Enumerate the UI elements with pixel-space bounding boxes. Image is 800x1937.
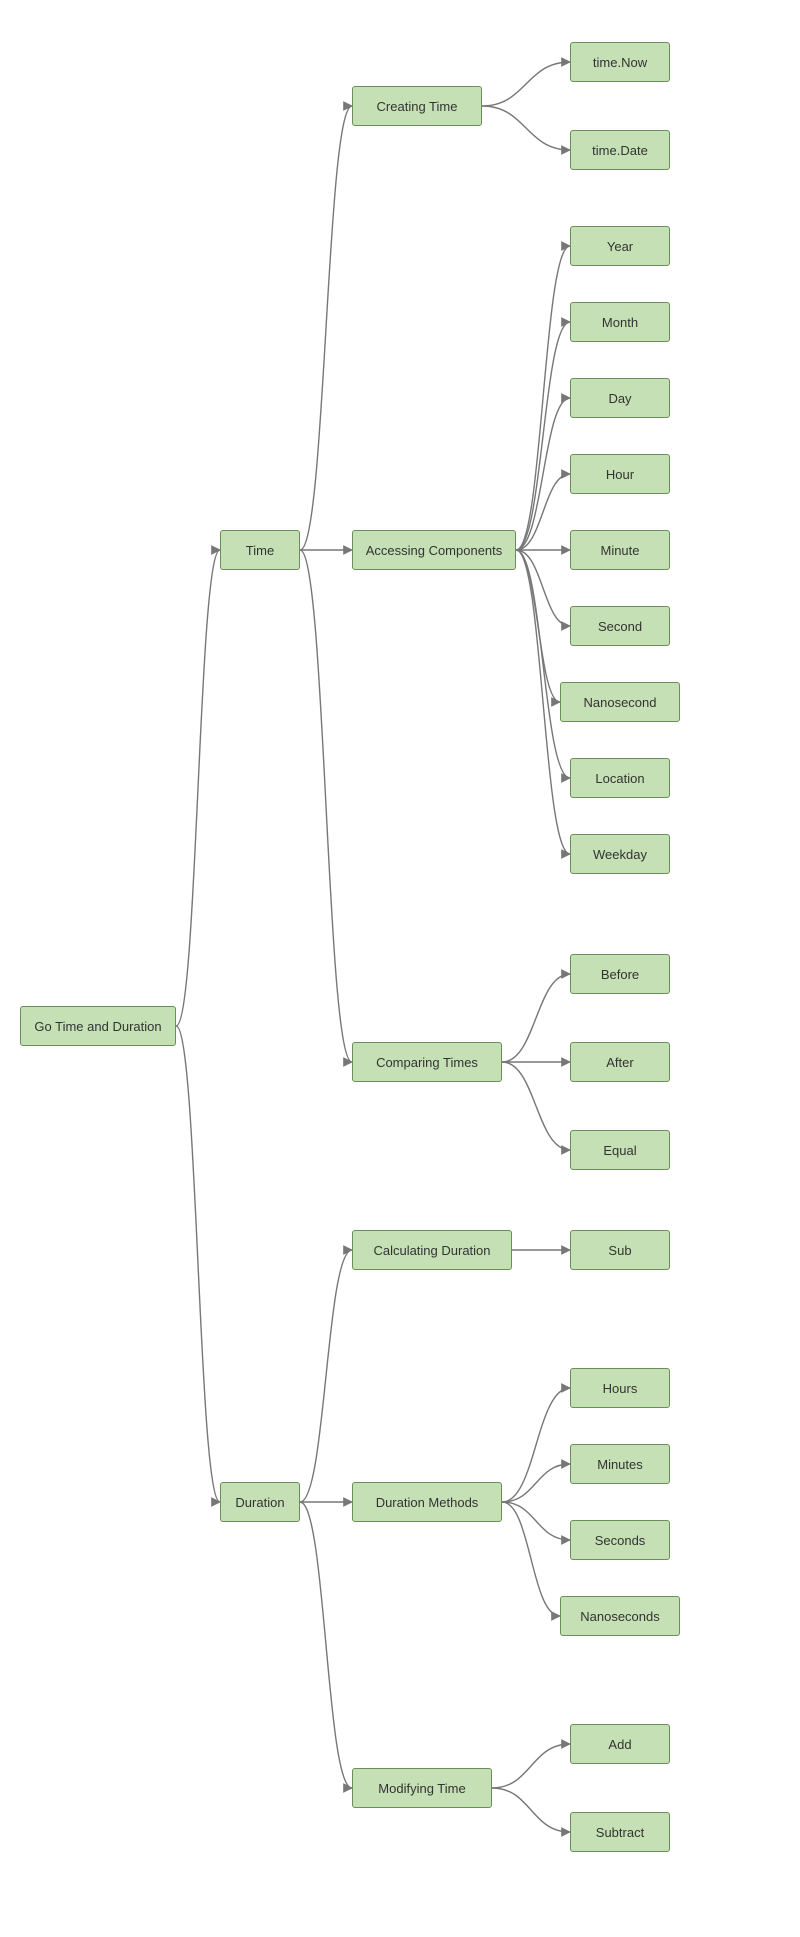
node-after: After xyxy=(570,1042,670,1082)
node-add: Add xyxy=(570,1724,670,1764)
node-creating: Creating Time xyxy=(352,86,482,126)
node-sub: Sub xyxy=(570,1230,670,1270)
node-time_now: time.Now xyxy=(570,42,670,82)
edge-accessing-day xyxy=(516,398,570,550)
edge-durmethods-minutes xyxy=(502,1464,570,1502)
edge-creating-time_date xyxy=(482,106,570,150)
edge-root-time xyxy=(176,550,220,1026)
node-time: Time xyxy=(220,530,300,570)
node-location: Location xyxy=(570,758,670,798)
edge-durmethods-nanoseconds xyxy=(502,1502,560,1616)
edge-durmethods-seconds xyxy=(502,1502,570,1540)
node-minutes: Minutes xyxy=(570,1444,670,1484)
node-hours: Hours xyxy=(570,1368,670,1408)
node-second: Second xyxy=(570,606,670,646)
edge-accessing-month xyxy=(516,322,570,550)
edge-comparing-equal xyxy=(502,1062,570,1150)
edge-duration-calcdur xyxy=(300,1250,352,1502)
node-comparing: Comparing Times xyxy=(352,1042,502,1082)
edge-accessing-second xyxy=(516,550,570,626)
node-subtract: Subtract xyxy=(570,1812,670,1852)
edge-accessing-hour xyxy=(516,474,570,550)
edge-layer xyxy=(0,0,800,1937)
edge-accessing-nanosecond xyxy=(516,550,560,702)
node-time_date: time.Date xyxy=(570,130,670,170)
edge-duration-modtime xyxy=(300,1502,352,1788)
edge-root-duration xyxy=(176,1026,220,1502)
node-day: Day xyxy=(570,378,670,418)
edge-modtime-add xyxy=(492,1744,570,1788)
edge-time-creating xyxy=(300,106,352,550)
node-calcdur: Calculating Duration xyxy=(352,1230,512,1270)
node-durmethods: Duration Methods xyxy=(352,1482,502,1522)
node-nanoseconds: Nanoseconds xyxy=(560,1596,680,1636)
node-before: Before xyxy=(570,954,670,994)
node-root: Go Time and Duration xyxy=(20,1006,176,1046)
diagram-canvas: Go Time and Duration Time Duration Creating… xyxy=(0,0,800,1937)
node-hour: Hour xyxy=(570,454,670,494)
node-year: Year xyxy=(570,226,670,266)
node-duration: Duration xyxy=(220,1482,300,1522)
edge-accessing-location xyxy=(516,550,570,778)
edge-creating-time_now xyxy=(482,62,570,106)
node-modtime: Modifying Time xyxy=(352,1768,492,1808)
edge-accessing-year xyxy=(516,246,570,550)
edge-modtime-subtract xyxy=(492,1788,570,1832)
node-equal: Equal xyxy=(570,1130,670,1170)
node-seconds: Seconds xyxy=(570,1520,670,1560)
node-minute: Minute xyxy=(570,530,670,570)
node-accessing: Accessing Components xyxy=(352,530,516,570)
edge-comparing-before xyxy=(502,974,570,1062)
node-month: Month xyxy=(570,302,670,342)
edge-time-comparing xyxy=(300,550,352,1062)
edge-durmethods-hours xyxy=(502,1388,570,1502)
node-nanosecond: Nanosecond xyxy=(560,682,680,722)
node-weekday: Weekday xyxy=(570,834,670,874)
